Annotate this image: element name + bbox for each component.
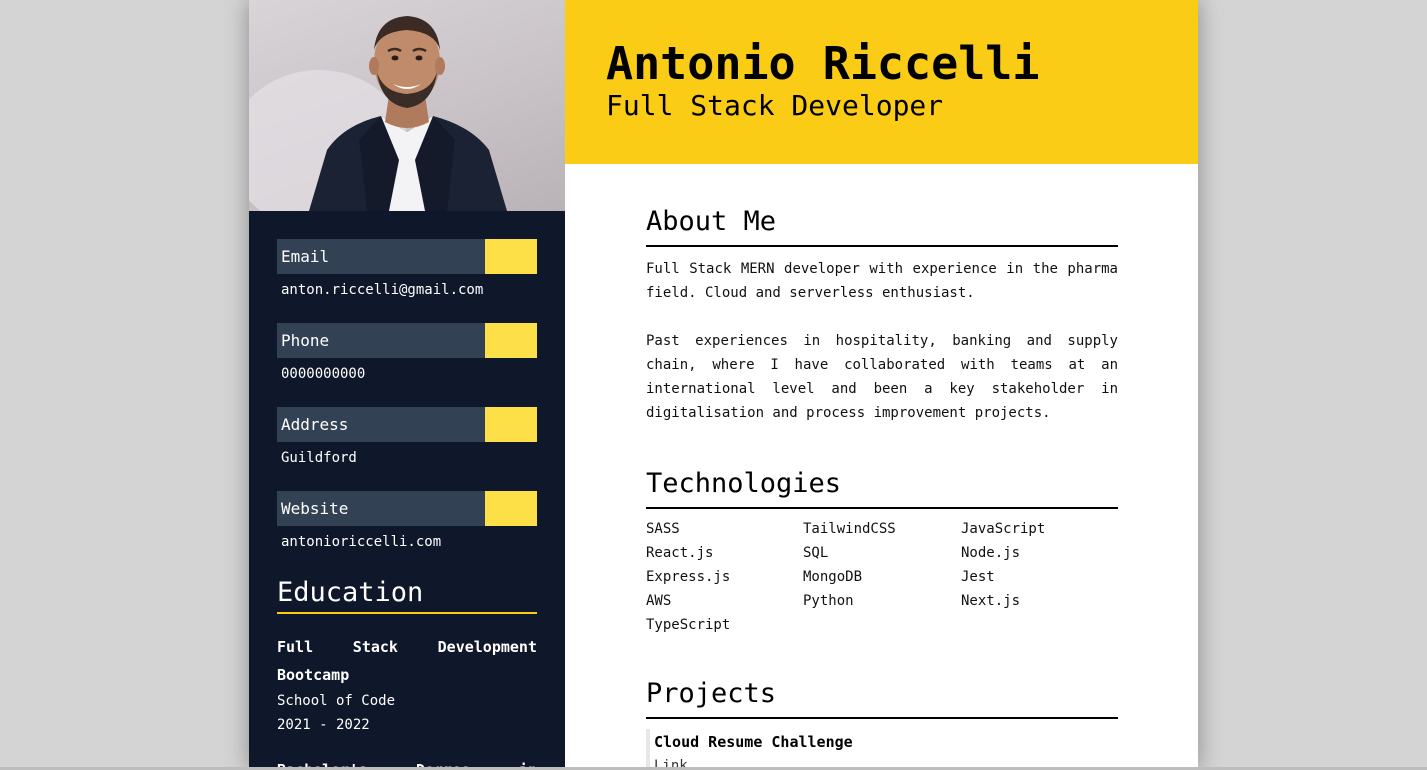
contact-address-value: Guildford — [281, 450, 357, 466]
tech-item: TypeScript — [646, 617, 731, 633]
contact-email-swatch — [485, 239, 537, 274]
contact-address-swatch — [485, 407, 537, 442]
tech-item: React.js — [646, 545, 714, 561]
tech-item: MongoDB — [803, 569, 863, 585]
education-item: Full Stack Development Bootcamp School o… — [277, 633, 537, 737]
tech-item: Node.js — [961, 545, 1021, 561]
contact-email: Email anton.riccelli@gmail.com — [277, 239, 537, 298]
contact-phone-swatch — [485, 323, 537, 358]
tech-item: Python — [803, 593, 854, 609]
contact-phone: Phone 0000000000 — [277, 323, 537, 382]
contact-website-swatch — [485, 491, 537, 526]
about-title: About Me — [646, 205, 1118, 247]
sidebar: Email anton.riccelli@gmail.com Phone 000… — [249, 0, 565, 770]
about-section: About Me Full Stack MERN developer with … — [646, 205, 1118, 425]
header: Antonio Riccelli Full Stack Developer — [565, 0, 1198, 164]
contact-email-label: Email — [277, 239, 485, 274]
profile-photo — [249, 0, 565, 211]
tech-item: TailwindCSS — [803, 521, 896, 537]
contact-website-value[interactable]: antonioriccelli.com — [277, 534, 537, 550]
tech-item: SASS — [646, 521, 680, 537]
about-paragraph: Full Stack MERN developer with experienc… — [646, 261, 1118, 301]
contact-phone-value[interactable]: 0000000000 — [277, 366, 537, 382]
contact-address-label: Address — [277, 407, 485, 442]
resume-page: Email anton.riccelli@gmail.com Phone 000… — [249, 0, 1198, 770]
contact-email-value[interactable]: anton.riccelli@gmail.com — [277, 282, 537, 298]
education-degree: Full Stack Development Bootcamp — [277, 638, 537, 684]
project-name: Cloud Resume Challenge — [654, 733, 853, 751]
technologies-grid: SASS TailwindCSS JavaScript React.js SQL… — [646, 517, 1118, 637]
tech-item: SQL — [803, 545, 829, 561]
tech-item: AWS — [646, 593, 672, 609]
contact-phone-label: Phone — [277, 323, 485, 358]
education-years: 2021 - 2022 — [277, 717, 370, 733]
project-item: Cloud Resume Challenge Link — [646, 729, 1118, 770]
tech-item: Jest — [961, 569, 995, 585]
tech-item: Next.js — [961, 593, 1021, 609]
projects-title: Projects — [646, 677, 1118, 719]
profile-photo-illustration — [249, 16, 507, 211]
education-title: Education — [277, 576, 537, 614]
profile-name: Antonio Riccelli — [606, 37, 1040, 90]
education-school: School of Code — [277, 693, 396, 709]
contact-website: Website antonioriccelli.com — [277, 491, 537, 550]
technologies-title: Technologies — [646, 467, 1118, 509]
tech-item: Express.js — [646, 569, 731, 585]
contact-website-label: Website — [277, 491, 485, 526]
profile-role: Full Stack Developer — [606, 89, 944, 122]
projects-section: Projects Cloud Resume Challenge Link — [646, 677, 1118, 770]
main-content: About Me Full Stack MERN developer with … — [646, 164, 1118, 770]
contact-address: Address Guildford — [277, 407, 537, 466]
technologies-section: Technologies SASS TailwindCSS JavaScript… — [646, 467, 1118, 637]
tech-item: JavaScript — [961, 521, 1046, 537]
about-paragraph: Past experiences in hospitality, banking… — [646, 333, 1118, 421]
